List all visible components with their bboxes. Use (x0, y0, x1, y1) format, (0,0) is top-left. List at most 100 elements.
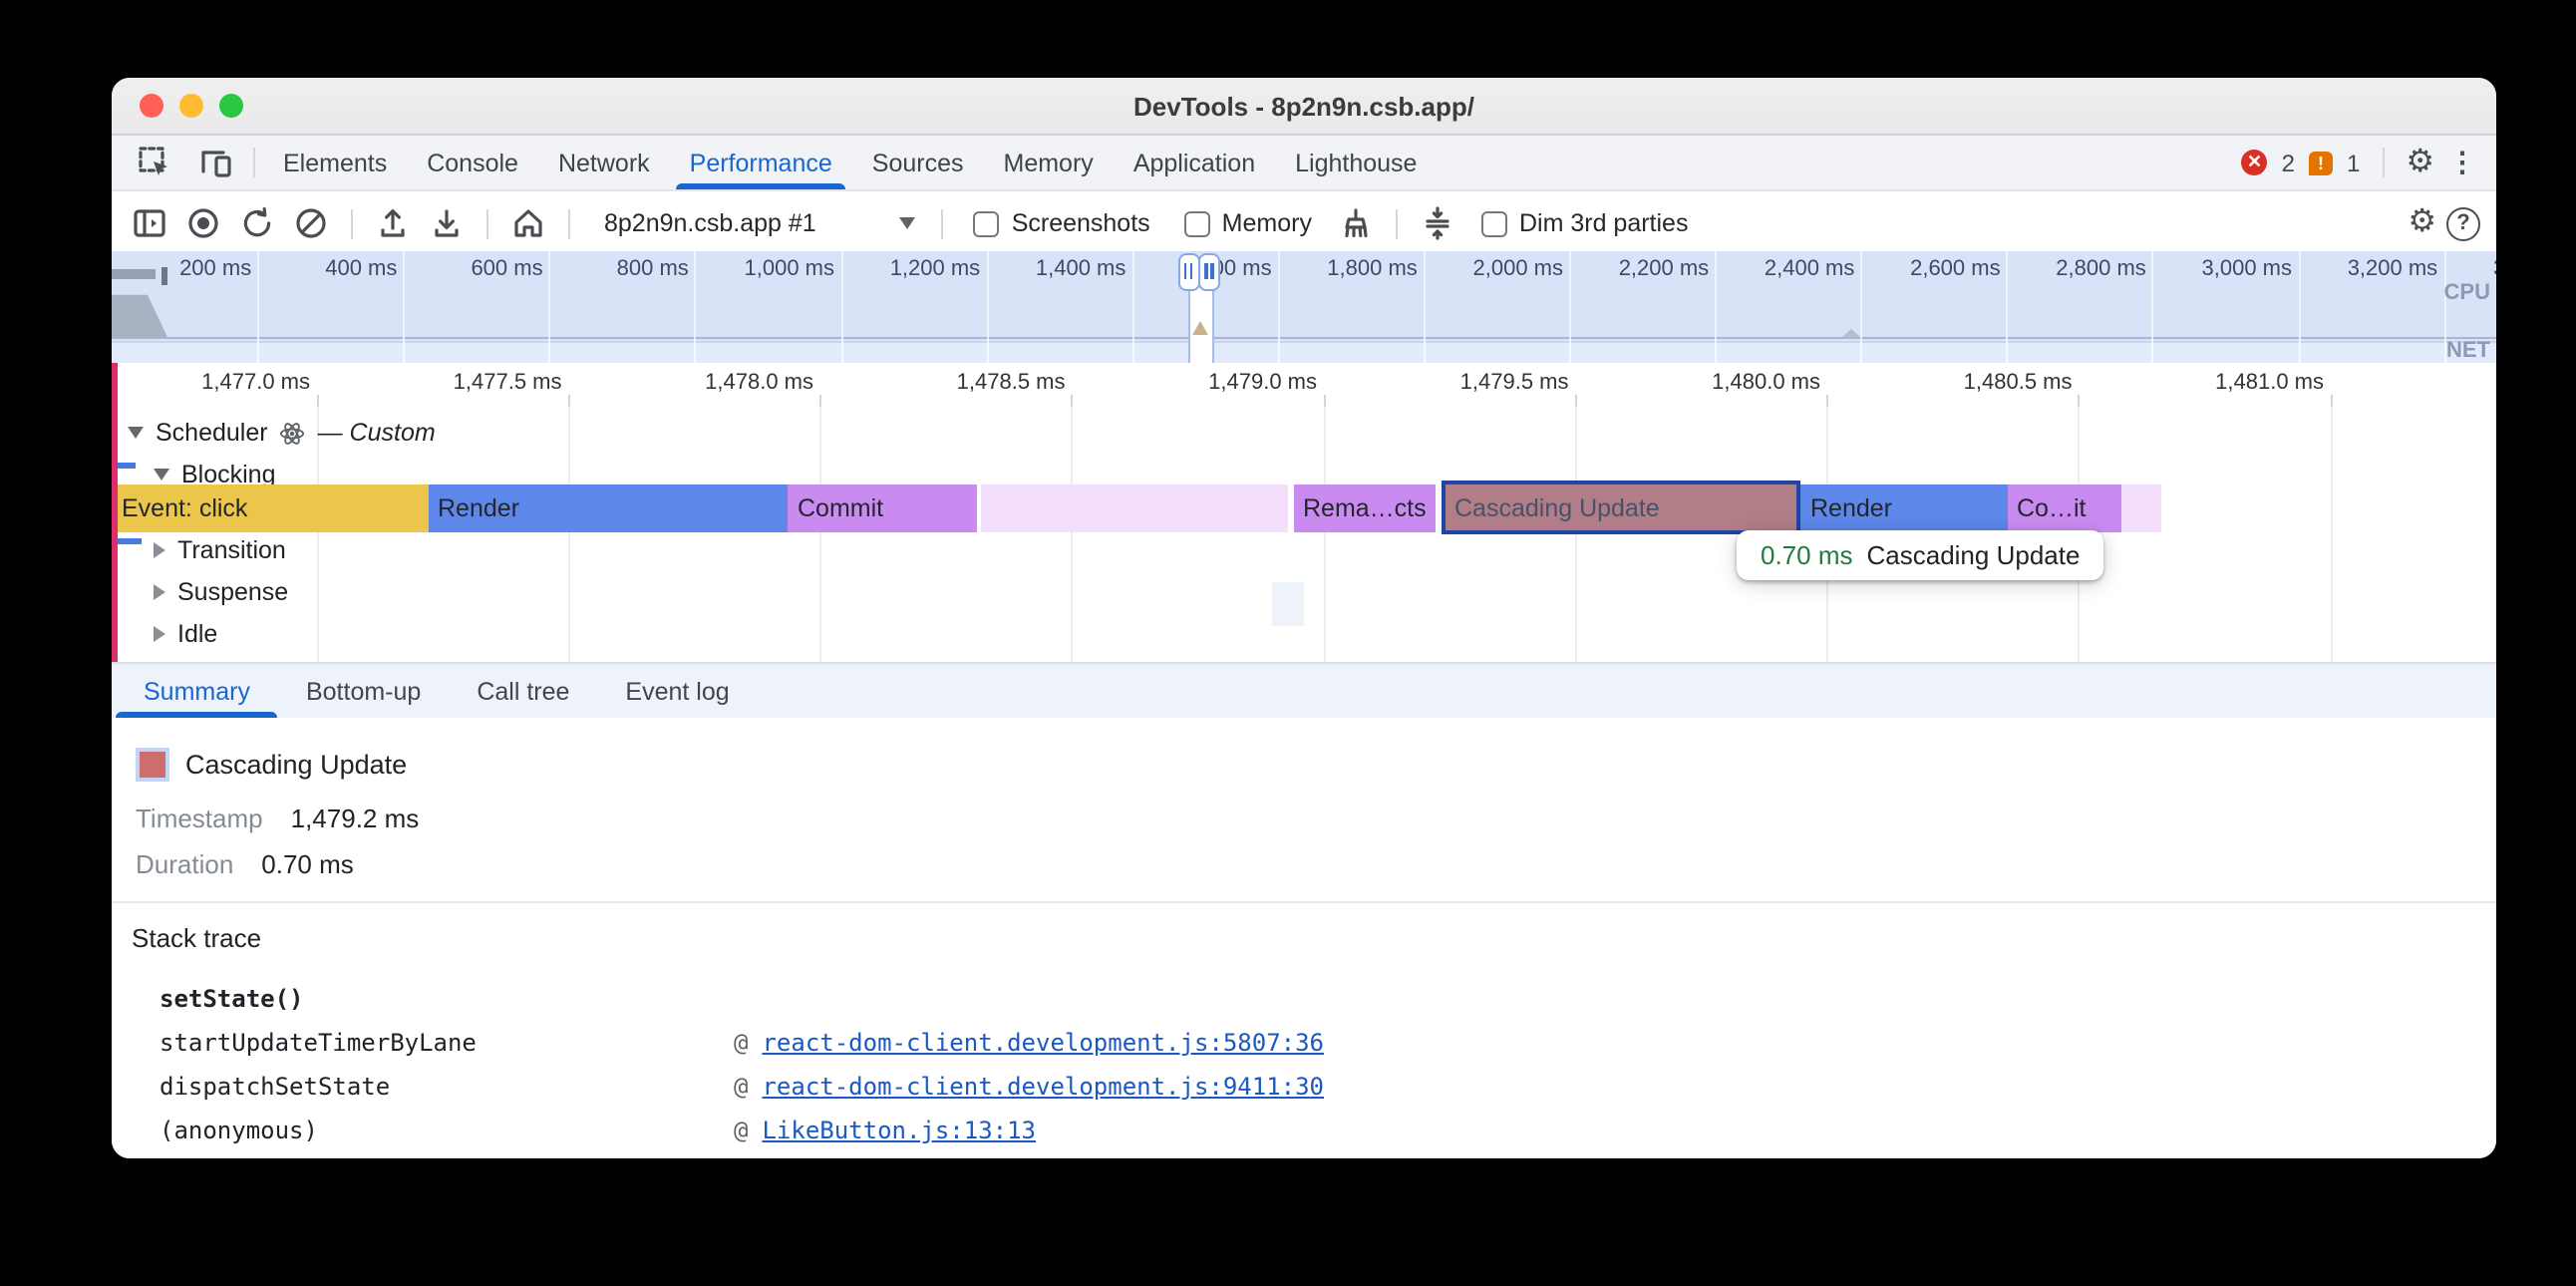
details-tab-event-log[interactable]: Event log (597, 664, 757, 718)
timeline-overview[interactable]: 200 ms400 ms600 ms800 ms1,000 ms1,200 ms… (112, 251, 2496, 363)
overview-tick-label: 1,000 ms (685, 257, 840, 281)
dim-3rd-parties-label: Dim 3rd parties (1519, 209, 1689, 237)
cpu-label: CPU (2444, 281, 2490, 305)
tab-console[interactable]: Console (407, 136, 538, 189)
chevron-collapsed-icon[interactable] (154, 584, 165, 600)
checkbox-box (1184, 210, 1210, 236)
track-idle-label: Idle (177, 620, 217, 648)
device-toolbar-icon[interactable] (193, 141, 237, 184)
timeline-ruler: 1,477.0 ms1,477.5 ms1,478.0 ms1,478.5 ms… (112, 363, 2496, 409)
overview-tick-label: 2,400 ms (1705, 257, 1860, 281)
flame-bar[interactable] (981, 484, 1288, 532)
tab-memory[interactable]: Memory (984, 136, 1114, 189)
capture-settings-gear-icon[interactable]: ⚙ (2408, 207, 2436, 239)
flame-bar-rema-cts[interactable]: Rema…cts (1293, 484, 1435, 532)
separator (942, 208, 944, 238)
tab-sources[interactable]: Sources (852, 136, 984, 189)
home-icon[interactable] (506, 201, 550, 245)
tab-network[interactable]: Network (538, 136, 670, 189)
stack-frame-function: startUpdateTimerByLane (160, 1029, 734, 1057)
more-options-kebab-icon[interactable]: ⋮ (2448, 146, 2476, 179)
profile-select[interactable]: 8p2n9n.csb.app #1 (588, 209, 924, 237)
chevron-collapsed-icon[interactable] (154, 542, 165, 558)
selection-right-handle[interactable] (1198, 253, 1220, 291)
ruler-tick-label: 1,478.5 ms (866, 371, 1072, 395)
separator (486, 208, 488, 238)
error-count[interactable]: 2 (2282, 149, 2295, 176)
chevron-expanded-icon[interactable] (154, 469, 169, 481)
titlebar[interactable]: DevTools - 8p2n9n.csb.app/ (112, 78, 2496, 136)
memory-checkbox[interactable]: Memory (1184, 209, 1312, 237)
overview-tick-label: 800 ms (539, 257, 695, 281)
issues-badge-icon[interactable]: ! (2309, 151, 2333, 174)
screenshots-checkbox[interactable]: Screenshots (974, 209, 1150, 237)
ruler-tick-mark (1072, 395, 1074, 407)
save-profile-icon[interactable] (425, 201, 469, 245)
flame-bar-render[interactable]: Render (1800, 484, 2007, 532)
flame-gridline (1323, 407, 1325, 662)
ruler-tick-mark (1826, 395, 1828, 407)
overview-tick-label: 1,400 ms (976, 257, 1131, 281)
timestamp-value: 1,479.2 ms (291, 804, 420, 833)
stack-frame: dispatchSetState@react-dom-client.develo… (160, 1065, 2476, 1109)
ruler-tick-mark (2330, 395, 2332, 407)
checkbox-box (1481, 210, 1507, 236)
close-window-button[interactable] (140, 94, 163, 118)
details-tab-call-tree[interactable]: Call tree (449, 664, 597, 718)
record-button[interactable] (181, 201, 225, 245)
chevron-collapsed-icon[interactable] (154, 626, 165, 642)
flame-tooltip: 0.70 ms Cascading Update (1737, 530, 2103, 580)
details-tab-bottom-up[interactable]: Bottom-up (278, 664, 449, 718)
flame-bar[interactable] (2120, 484, 2160, 532)
flame-bar-render[interactable]: Render (428, 484, 788, 532)
record-and-reload-button[interactable] (235, 201, 279, 245)
duration-label: Duration (136, 849, 233, 879)
flame-chart[interactable]: Scheduler — Custom Blocking Event: click… (112, 407, 2496, 662)
track-scheduler-label: Scheduler (156, 419, 268, 447)
inspect-element-icon[interactable] (132, 141, 175, 184)
flame-bar-co-it[interactable]: Co…it (2007, 484, 2120, 532)
settings-gear-icon[interactable]: ⚙ (2406, 147, 2434, 178)
minimize-window-button[interactable] (179, 94, 203, 118)
devtools-window: DevTools - 8p2n9n.csb.app/ ElementsConso… (112, 78, 2496, 1158)
timestamp-row: Timestamp 1,479.2 ms (136, 804, 419, 833)
selection-left-handle[interactable] (1177, 253, 1199, 291)
details-tab-summary[interactable]: Summary (116, 664, 278, 718)
separator (253, 148, 255, 177)
flame-bar-label: Rema…cts (1293, 494, 1427, 522)
flame-bar-commit[interactable]: Commit (788, 484, 976, 532)
track-transition[interactable]: Transition (112, 532, 286, 568)
load-profile-icon[interactable] (371, 201, 415, 245)
stack-frame-at: @ (734, 1073, 748, 1101)
stack-frame-source-link[interactable]: react-dom-client.development.js:9411:30 (762, 1073, 1324, 1101)
help-icon[interactable]: ? (2446, 206, 2480, 240)
collect-garbage-icon[interactable] (1334, 201, 1378, 245)
track-idle[interactable]: Idle (112, 616, 217, 652)
clear-button[interactable] (289, 201, 333, 245)
collapse-tracks-icon[interactable] (1416, 201, 1459, 245)
overview-tick-label: 400 ms (247, 257, 403, 281)
stack-frame-source-link[interactable]: LikeButton.js:13:13 (762, 1117, 1036, 1144)
flame-bar-event-click[interactable]: Event: click (112, 484, 428, 532)
error-badge-icon[interactable]: ✕ (2242, 150, 2268, 175)
net-label: NET (2446, 339, 2490, 363)
screenshots-label: Screenshots (1012, 209, 1150, 237)
zoom-window-button[interactable] (219, 94, 243, 118)
chevron-expanded-icon[interactable] (128, 427, 144, 439)
tab-application[interactable]: Application (1114, 136, 1275, 189)
tab-lighthouse[interactable]: Lighthouse (1275, 136, 1437, 189)
dim-3rd-parties-checkbox[interactable]: Dim 3rd parties (1481, 209, 1689, 237)
stack-frame-function: (anonymous) (160, 1117, 734, 1144)
window-title: DevTools - 8p2n9n.csb.app/ (1133, 91, 1474, 121)
track-scheduler-suffix: — Custom (318, 419, 436, 447)
event-color-swatch (140, 752, 165, 778)
flame-bar-cascading-update[interactable]: Cascading Update (1441, 481, 1800, 534)
toggle-sidebar-icon[interactable] (128, 201, 171, 245)
issues-count[interactable]: 1 (2347, 149, 2360, 176)
stack-frame-source-link[interactable]: react-dom-client.development.js:5807:36 (762, 1029, 1324, 1057)
tab-elements[interactable]: Elements (263, 136, 407, 189)
track-scheduler[interactable]: Scheduler — Custom (112, 415, 436, 451)
tab-performance[interactable]: Performance (670, 136, 852, 189)
track-suspense[interactable]: Suspense (112, 574, 288, 610)
flame-bar-label: Render (1800, 494, 1892, 522)
